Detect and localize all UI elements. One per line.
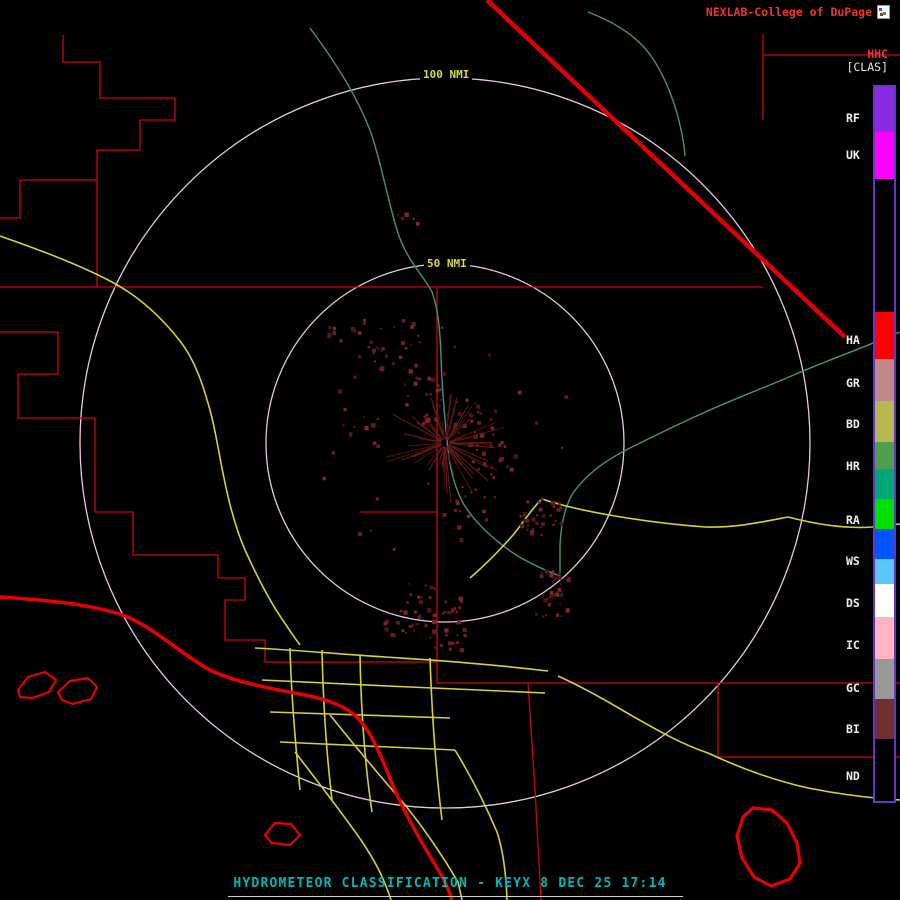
range-label-100nmi: 100 NMI <box>420 68 473 81</box>
range-label-50nmi: 50 NMI <box>424 257 470 270</box>
status-underline <box>228 896 683 897</box>
colorbar-segment <box>875 442 894 469</box>
colorbar-segment <box>875 401 894 442</box>
radar-map <box>0 0 900 900</box>
colorbar-segment <box>875 584 894 617</box>
legend-label: BD <box>846 417 860 431</box>
island-outlines <box>16 670 802 888</box>
colorbar-segment <box>875 699 894 739</box>
legend-label: GR <box>846 376 860 390</box>
radar-echoes <box>322 212 571 653</box>
colorbar-segment <box>875 559 894 584</box>
legend-label: DS <box>846 596 860 610</box>
legend-label: HR <box>846 459 860 473</box>
legend-label: RA <box>846 513 860 527</box>
colorbar-segment <box>875 529 894 559</box>
legend-label: HA <box>846 333 860 347</box>
interstate-roads <box>0 595 454 900</box>
colorbar-segment <box>875 469 894 499</box>
colorbar-segment <box>875 659 894 699</box>
classification-colorbar <box>873 85 896 803</box>
legend-label: WS <box>846 554 860 568</box>
county-borders <box>0 35 900 900</box>
legend-label: ND <box>846 769 860 783</box>
colorbar-segment <box>875 359 894 401</box>
header: NEXLAB-College of DuPage <box>706 5 890 19</box>
highway-roads <box>0 235 900 900</box>
status-bar: HYDROMETEOR CLASSIFICATION - KEYX 8 DEC … <box>233 876 667 891</box>
colorbar-segment <box>875 739 894 801</box>
colorbar-segment <box>875 617 894 659</box>
product-tag: [CLAS] <box>846 60 888 74</box>
legend-label: IC <box>846 638 860 652</box>
colorbar-segment <box>875 499 894 529</box>
range-rings <box>79 77 811 809</box>
legend-label: RF <box>846 111 860 125</box>
radar-display: 100 NMI 50 NMI NEXLAB-College of DuPage … <box>0 0 900 900</box>
legend-label: GC <box>846 681 860 695</box>
colorbar-segment <box>875 87 894 132</box>
product-block: HHC [CLAS] <box>846 48 888 74</box>
legend-label: BI <box>846 722 860 736</box>
legend-label: UK <box>846 148 860 162</box>
colorbar-segment <box>875 179 894 312</box>
broken-image-icon <box>877 5 890 19</box>
site-title: NEXLAB-College of DuPage <box>705 5 872 19</box>
range-ring-100nmi <box>79 77 811 809</box>
colorbar-segment <box>875 132 894 179</box>
river-lines <box>309 11 900 577</box>
colorbar-segment <box>875 312 894 359</box>
range-ring-50nmi <box>265 263 625 623</box>
